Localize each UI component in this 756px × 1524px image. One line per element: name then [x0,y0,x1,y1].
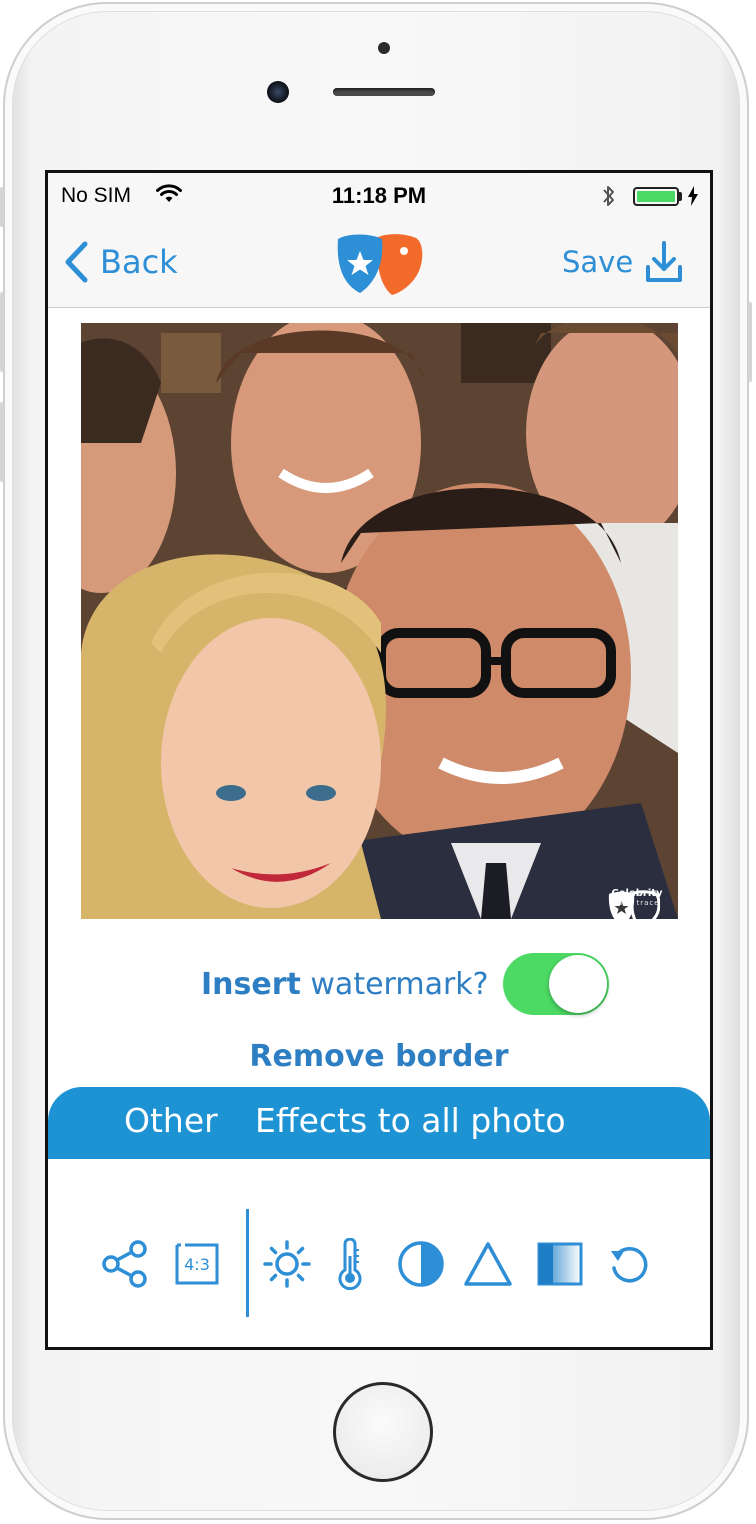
sharpen-icon [464,1242,512,1286]
vignette-icon [537,1242,583,1286]
brightness-button[interactable] [260,1237,314,1291]
download-icon [646,241,683,282]
editing-toolbar: 4:3 [48,1209,710,1319]
watermark-label-bold: Insert [201,966,301,1002]
app-screen: No SIM 11:18 PM Back Save Celebrity face… [45,170,713,1350]
reset-icon [611,1247,648,1283]
aspect-ratio-button[interactable]: 4:3 [170,1237,224,1291]
watermark-label-rest: watermark? [300,966,489,1002]
back-label: Back [100,243,178,281]
contrast-button[interactable] [394,1237,448,1291]
bluetooth-icon [601,182,617,214]
tab-other[interactable]: Other [124,1101,218,1140]
toggle-knob [548,955,607,1013]
home-button[interactable] [333,1382,433,1482]
tab-effects-to-all-photo[interactable]: Effects to all photo [255,1101,566,1140]
watermark-subtitle: face trace [614,899,660,907]
share-button[interactable] [98,1237,152,1291]
sharpen-button[interactable] [461,1237,515,1291]
chevron-left-icon [65,241,88,283]
volume-up-button [0,292,4,372]
temperature-icon [338,1238,362,1290]
reset-button[interactable] [603,1237,657,1291]
earpiece-speaker [333,88,435,96]
battery-tip [679,192,682,201]
battery-icon [633,187,679,206]
power-button [748,302,752,382]
app-logo [334,229,426,301]
mute-switch [0,187,4,227]
back-button[interactable]: Back [64,241,178,283]
save-label: Save [562,245,634,279]
watermark-label: Insert watermark? [201,967,489,1002]
navigation-bar: Back Save [48,219,710,308]
brightness-icon [263,1240,311,1288]
charging-icon [687,185,699,211]
vignette-button[interactable] [533,1237,587,1291]
share-icon [102,1240,147,1288]
save-button[interactable]: Save [562,241,683,283]
effects-tab-bar: Other Effects to all photo [48,1087,710,1159]
contrast-icon [398,1241,444,1287]
status-bar: No SIM 11:18 PM [48,173,710,219]
proximity-sensor [378,42,390,54]
edited-photo[interactable]: Celebrity face trace [81,323,678,919]
volume-down-button [0,402,4,482]
photo-watermark: Celebrity face trace [606,888,668,919]
watermark-toggle[interactable] [502,953,609,1015]
aspect-ratio-label: 4:3 [184,1254,210,1274]
watermark-row: Insert watermark? [201,953,609,1015]
toolbar-divider [246,1209,249,1317]
temperature-button[interactable] [323,1237,377,1291]
front-camera [267,81,289,103]
remove-border-button[interactable]: Remove border [48,1039,710,1074]
